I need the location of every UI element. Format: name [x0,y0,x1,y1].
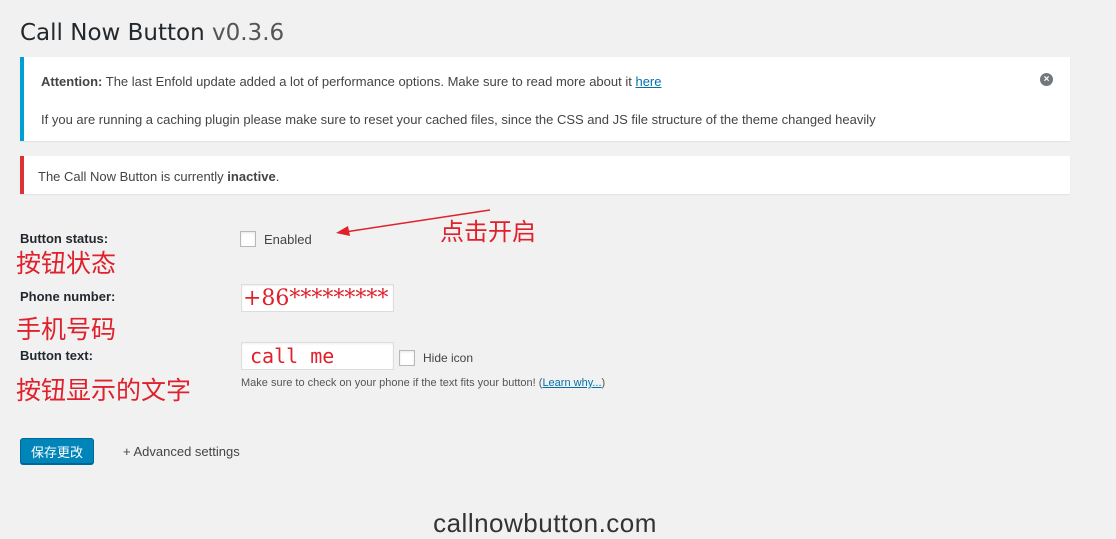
watermark: callnowbutton.com [433,508,657,538]
arrow-head [336,226,350,236]
annotation-arrow-icon [336,209,491,236]
enable-annotation: 点击开启 [440,218,536,246]
